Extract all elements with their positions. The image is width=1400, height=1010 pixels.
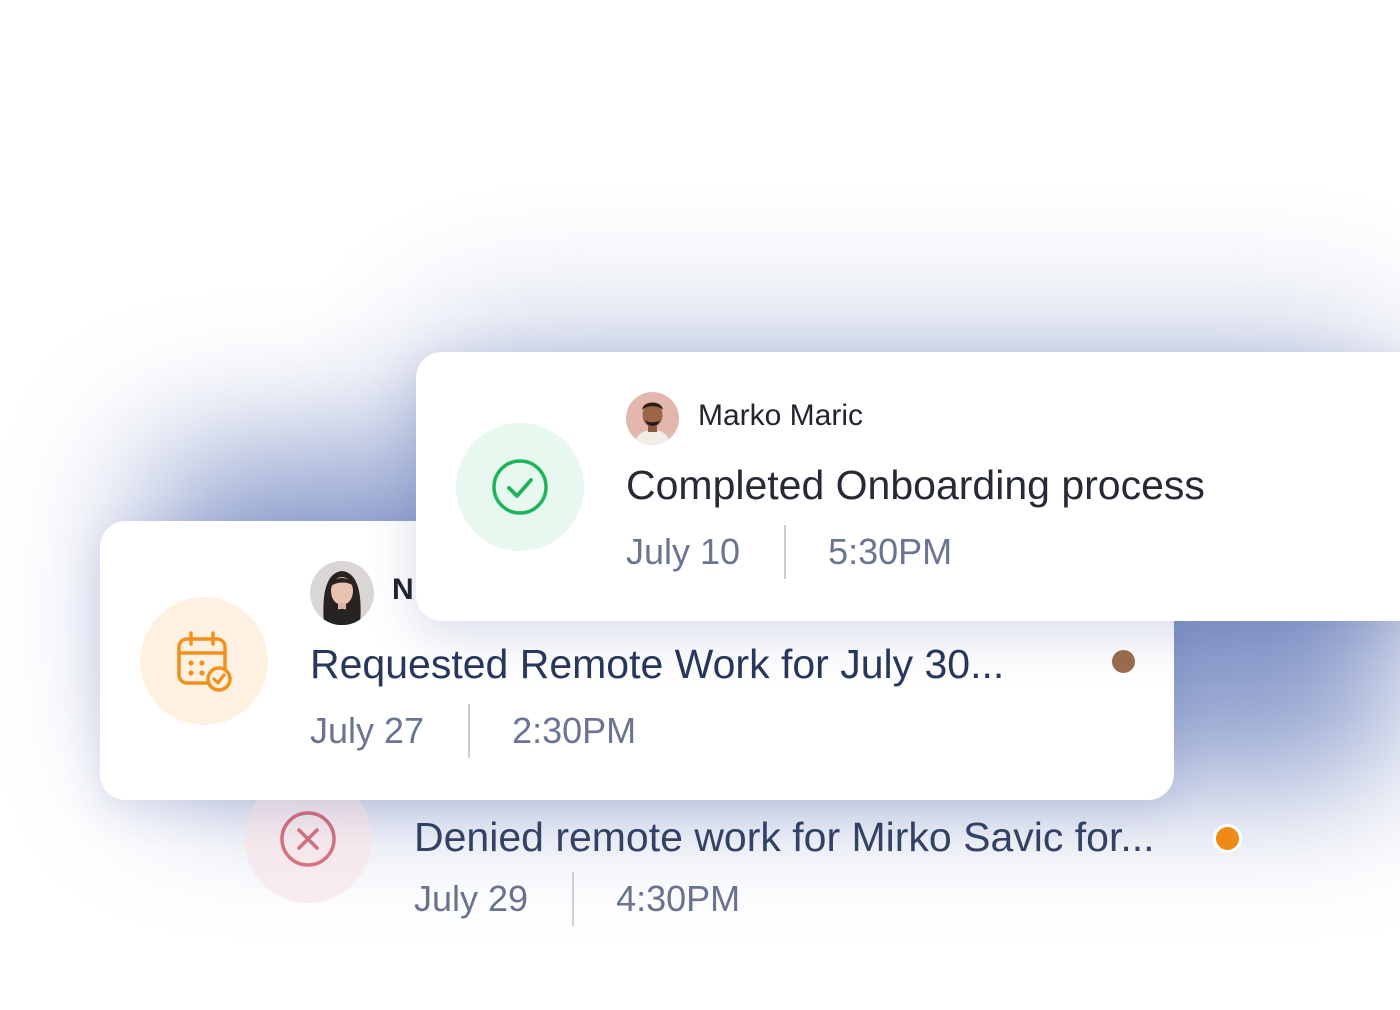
unread-indicator <box>1213 824 1242 853</box>
author-name: N <box>392 573 414 606</box>
notification-time: 2:30PM <box>512 710 637 751</box>
author-name: Marko Maric <box>698 399 864 432</box>
notification-card-completed[interactable]: Marko Maric Completed Onboarding process… <box>416 352 1400 621</box>
notification-card-denied[interactable]: Denied remote work for Mirko Savic for..… <box>210 770 1290 1010</box>
avatar <box>626 392 679 445</box>
check-circle-icon <box>456 423 584 551</box>
notification-title: Denied remote work for Mirko Savic for..… <box>414 814 1155 860</box>
meta-divider <box>784 525 787 579</box>
notification-time: 5:30PM <box>828 531 953 572</box>
calendar-check-icon <box>140 597 268 725</box>
notification-time: 4:30PM <box>616 878 741 919</box>
meta-divider <box>468 704 471 758</box>
notification-meta: July 29 4:30PM <box>414 872 740 926</box>
notification-title: Requested Remote Work for July 30... <box>310 641 1005 687</box>
notification-title: Completed Onboarding process <box>626 462 1205 508</box>
avatar <box>310 561 374 625</box>
meta-divider <box>572 872 575 926</box>
notification-date: July 27 <box>310 710 425 751</box>
notification-meta: July 27 2:30PM <box>310 704 636 758</box>
notification-date: July 29 <box>414 878 529 919</box>
notification-meta: July 10 5:30PM <box>626 525 952 579</box>
unread-indicator <box>1109 647 1138 676</box>
notification-date: July 10 <box>626 531 741 572</box>
